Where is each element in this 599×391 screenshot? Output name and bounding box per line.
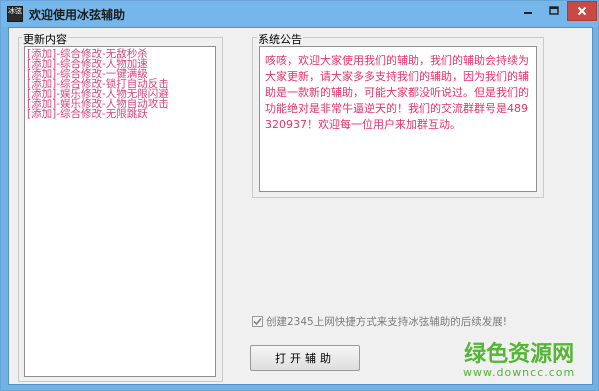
shortcut-checkbox-label: 创建2345上网快捷方式来支持冰弦辅助的后续发展! [266,316,507,328]
notice-label: 系统公告 [257,31,303,47]
checkmark-icon [253,318,262,326]
close-button[interactable] [567,1,597,21]
app-logo-icon: 冰弦 [7,6,23,22]
maximize-button[interactable] [541,1,567,21]
notice-textbox[interactable]: 咳咳，欢迎大家使用我们的辅助，我们的辅助会持续为大家更新，请大家多多支持我们的辅… [259,46,537,192]
watermark-url: www.downcc.com [463,366,576,379]
shortcut-checkbox[interactable] [252,316,263,327]
notice-text: 咳咳，欢迎大家使用我们的辅助，我们的辅助会持续为大家更新，请大家多多支持我们的辅… [265,54,529,131]
updates-list[interactable]: [添加]-综合修改-无敌秒杀 [添加]-综合修改-人物加速 [添加]-综合修改-… [24,46,216,377]
minimize-icon [523,12,532,14]
client-area: 更新内容 [添加]-综合修改-无敌秒杀 [添加]-综合修改-人物加速 [添加]-… [8,27,593,385]
app-window: 冰弦 欢迎使用冰弦辅助 更新内容 [添加]-综合修改-无敌秒杀 [添加]-综合修… [0,0,599,391]
close-icon [577,6,587,16]
list-item[interactable]: [添加]-综合修改-无限跳跃 [27,109,213,120]
watermark: 绿色资源网 www.downcc.com [463,343,575,379]
window-title: 欢迎使用冰弦辅助 [29,8,126,22]
shortcut-option[interactable]: 创建2345上网快捷方式来支持冰弦辅助的后续发展! [252,314,507,329]
minimize-button[interactable] [514,1,541,21]
updates-label: 更新内容 [22,31,68,47]
title-bar[interactable]: 冰弦 欢迎使用冰弦辅助 [1,1,598,27]
maximize-icon [549,6,559,15]
watermark-name: 绿色资源网 [464,342,575,367]
open-assist-button[interactable]: 打开辅助 [250,345,360,371]
